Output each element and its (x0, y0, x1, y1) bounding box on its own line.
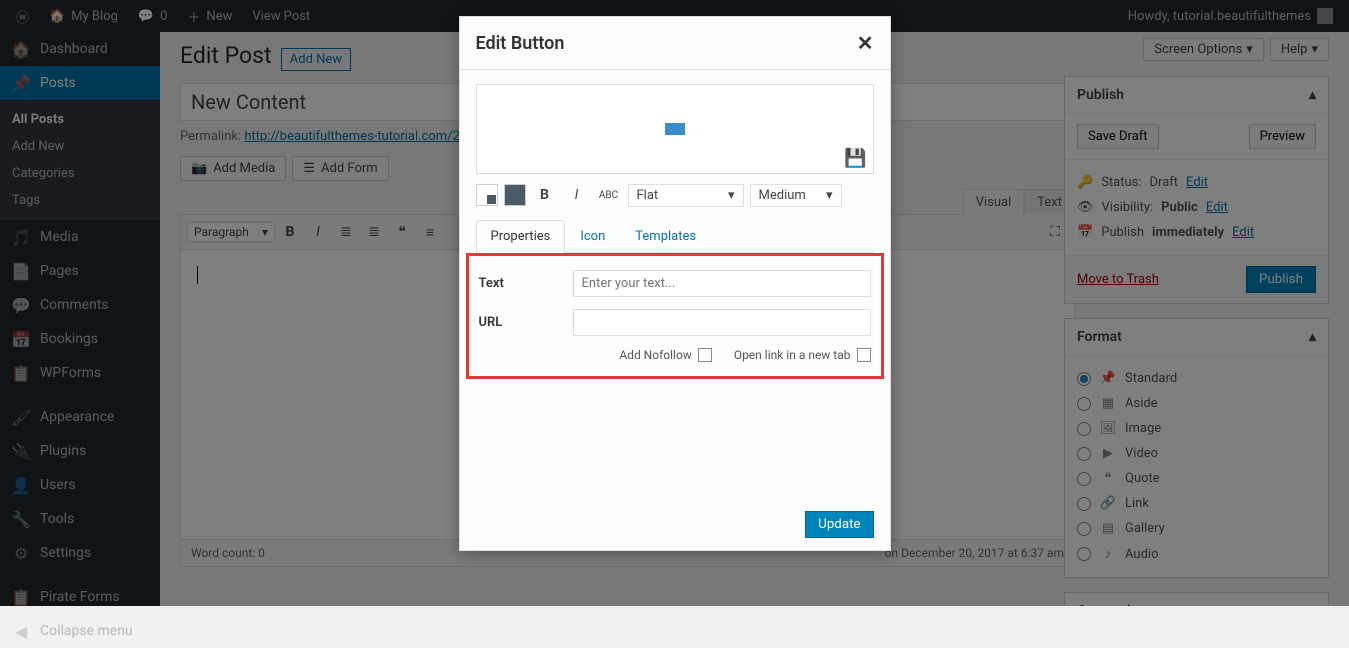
tab-properties[interactable]: Properties (476, 220, 566, 253)
modal-title: Edit Button (476, 33, 565, 54)
bold-toggle[interactable]: B (532, 182, 558, 208)
check-label: Add Nofollow (619, 348, 691, 362)
check-label: Open link in a new tab (734, 348, 851, 362)
sidebar-collapse[interactable]: ◀ Collapse menu (0, 614, 160, 648)
modal-overlay: Edit Button ✕ 💾 B I ABC Flat ▾ Medium ▾ Pr… (0, 0, 1349, 606)
collapse-icon: ◀ (12, 622, 30, 640)
update-button[interactable]: Update (805, 511, 873, 538)
url-label: URL (479, 315, 573, 330)
checkbox-icon (698, 348, 712, 362)
preview-button-shape (665, 123, 685, 135)
italic-toggle[interactable]: I (564, 182, 590, 208)
text-label: Text (479, 276, 573, 291)
tab-templates[interactable]: Templates (620, 220, 711, 253)
strike-toggle[interactable]: ABC (596, 182, 622, 208)
caret-down-icon: ▾ (826, 188, 833, 203)
nofollow-checkbox[interactable]: Add Nofollow (619, 348, 711, 362)
text-input[interactable] (573, 270, 871, 297)
checkbox-icon (857, 348, 871, 362)
modal-close-button[interactable]: ✕ (857, 31, 874, 55)
size-select[interactable]: Medium ▾ (750, 184, 842, 207)
select-value: Medium (759, 188, 806, 203)
tab-icon[interactable]: Icon (565, 220, 620, 253)
select-value: Flat (637, 188, 659, 203)
bg-color-swatch[interactable] (476, 184, 498, 206)
caret-down-icon: ▾ (728, 188, 735, 203)
style-select[interactable]: Flat ▾ (628, 184, 744, 207)
text-color-swatch[interactable] (504, 184, 526, 206)
save-icon[interactable]: 💾 (844, 148, 866, 169)
button-preview: 💾 (476, 84, 874, 174)
properties-panel: Text URL Add Nofollow Open link in a new… (466, 253, 884, 379)
sidebar-item-label: Collapse menu (40, 623, 133, 639)
edit-button-modal: Edit Button ✕ 💾 B I ABC Flat ▾ Medium ▾ Pr… (459, 16, 891, 551)
url-input[interactable] (573, 309, 871, 336)
newtab-checkbox[interactable]: Open link in a new tab (734, 348, 871, 362)
